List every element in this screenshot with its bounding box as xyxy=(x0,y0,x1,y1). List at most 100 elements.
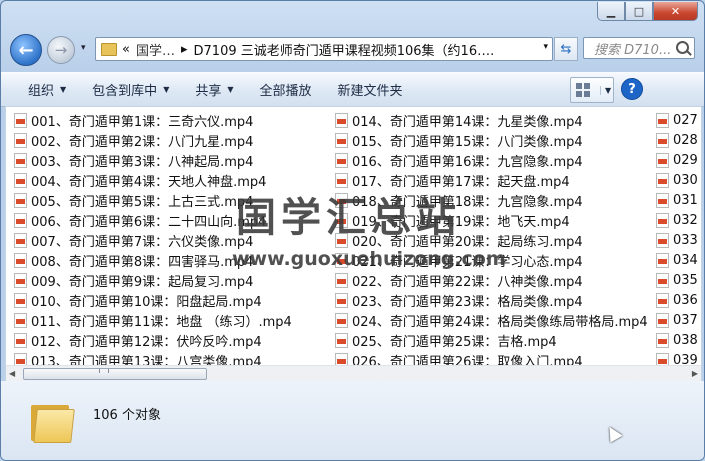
file-name: 016、奇门遁甲第16课：九宫隐象.mp4 xyxy=(352,154,583,170)
file-item[interactable]: 030 xyxy=(656,170,698,190)
include-in-library-menu[interactable]: 包含到库中 ▼ xyxy=(79,77,182,103)
chevron-down-icon[interactable]: ▼ xyxy=(600,85,611,95)
item-count: 106 个对象 xyxy=(93,408,161,423)
file-item[interactable]: 033 xyxy=(656,230,698,250)
address-overflow-chevron[interactable]: « xyxy=(122,42,130,57)
scrollbar-thumb[interactable] xyxy=(23,368,207,380)
file-item[interactable]: 002、奇门遁甲第2课：八门九星.mp4 xyxy=(14,130,253,150)
file-item[interactable]: 036 xyxy=(656,290,698,310)
file-name: 012、奇门遁甲第12课：伏吟反吟.mp4 xyxy=(31,334,262,350)
file-item[interactable]: 017、奇门遁甲第17课：起天盘.mp4 xyxy=(335,170,570,190)
help-button[interactable]: ? xyxy=(621,78,643,100)
file-list-pane: 001、奇门遁甲第1课：三奇六仪.mp4 002、奇门遁甲第2课：八门九星.mp4… xyxy=(5,106,702,381)
view-grid-icon xyxy=(576,83,590,97)
mp4-file-icon xyxy=(335,312,348,328)
search-placeholder: 搜索 D710... xyxy=(594,42,672,58)
file-item[interactable]: 013、奇门遁甲第13课：八宫类像.mp4 xyxy=(14,350,262,365)
file-item[interactable]: 024、奇门遁甲第24课：格局类像练局带格局.mp4 xyxy=(335,310,648,330)
file-item[interactable]: 028 xyxy=(656,130,698,150)
file-item[interactable]: 025、奇门遁甲第25课：吉格.mp4 xyxy=(335,330,557,350)
horizontal-scrollbar[interactable]: ◀ ▶ xyxy=(6,365,701,381)
mp4-file-icon xyxy=(656,272,669,288)
mp4-file-icon xyxy=(14,192,27,208)
file-item[interactable]: 007、奇门遁甲第7课：六仪类像.mp4 xyxy=(14,230,253,250)
file-item[interactable]: 014、奇门遁甲第14课：九星类像.mp4 xyxy=(335,110,583,130)
file-item[interactable]: 009、奇门遁甲第9课：起局复习.mp4 xyxy=(14,270,253,290)
forward-button[interactable]: → xyxy=(47,36,75,64)
file-item[interactable]: 004、奇门遁甲第4课：天地人神盘.mp4 xyxy=(14,170,266,190)
file-item[interactable]: 034 xyxy=(656,250,698,270)
explorer-window: ▁ □ ✕ ← → ▾ « 国学… ▸ D7109 三诚老师奇门遁甲课程视频10… xyxy=(0,0,705,461)
file-name: 023、奇门遁甲第23课：格局类像.mp4 xyxy=(352,294,583,310)
file-name: 020、奇门遁甲第20课：起局练习.mp4 xyxy=(352,234,583,250)
file-name: 001、奇门遁甲第1课：三奇六仪.mp4 xyxy=(31,114,254,130)
change-view-button[interactable]: ▼ xyxy=(570,77,614,103)
play-all-button[interactable]: 全部播放 xyxy=(247,77,325,103)
file-name: 013、奇门遁甲第13课：八宫类像.mp4 xyxy=(31,354,262,366)
scroll-right-icon[interactable]: ▶ xyxy=(692,369,698,378)
window-controls: ▁ □ ✕ xyxy=(597,2,698,21)
recent-pages-dropdown[interactable]: ▾ xyxy=(81,43,86,53)
share-label: 共享 xyxy=(195,84,222,99)
mp4-file-icon xyxy=(335,172,348,188)
file-item[interactable]: 008、奇门遁甲第8课：四害驿马.mp4 xyxy=(14,250,253,270)
scrollbar-grip-icon xyxy=(99,369,109,373)
address-dropdown-icon[interactable]: ▾ xyxy=(543,42,548,52)
file-item[interactable]: 026、奇门遁甲第26课：取像入门.mp4 xyxy=(335,350,583,365)
minimize-button[interactable]: ▁ xyxy=(597,2,625,21)
file-item[interactable]: 035 xyxy=(656,270,698,290)
file-item[interactable]: 010、奇门遁甲第10课：阳盘起局.mp4 xyxy=(14,290,262,310)
new-folder-button[interactable]: 新建文件夹 xyxy=(325,77,416,103)
close-button[interactable]: ✕ xyxy=(653,2,698,21)
file-name: 017、奇门遁甲第17课：起天盘.mp4 xyxy=(352,174,570,190)
mp4-file-icon xyxy=(656,252,669,268)
file-item[interactable]: 005、奇门遁甲第5课：上古三式.mp4 xyxy=(14,190,253,210)
mp4-file-icon xyxy=(14,272,27,288)
file-item[interactable]: 003、奇门遁甲第3课：八神起局.mp4 xyxy=(14,150,253,170)
file-name: 036 xyxy=(673,292,698,308)
file-item[interactable]: 032 xyxy=(656,210,698,230)
new-folder-label: 新建文件夹 xyxy=(337,84,403,99)
file-item[interactable]: 023、奇门遁甲第23课：格局类像.mp4 xyxy=(335,290,583,310)
file-item[interactable]: 016、奇门遁甲第16课：九宫隐象.mp4 xyxy=(335,150,583,170)
mp4-file-icon xyxy=(335,272,348,288)
file-item[interactable]: 001、奇门遁甲第1课：三奇六仪.mp4 xyxy=(14,110,253,130)
file-item[interactable]: 015、奇门遁甲第15课：八门类像.mp4 xyxy=(335,130,583,150)
file-item[interactable]: 021、奇门遁甲第21课：学习心态.mp4 xyxy=(335,250,583,270)
mp4-file-icon xyxy=(335,292,348,308)
file-item[interactable]: 027 xyxy=(656,110,698,130)
file-item[interactable]: 039 xyxy=(656,350,698,365)
back-button[interactable]: ← xyxy=(10,34,42,66)
file-name: 028 xyxy=(673,132,698,148)
folder-icon xyxy=(101,42,117,56)
breadcrumb-separator-icon[interactable]: ▸ xyxy=(181,42,188,57)
mp4-file-icon xyxy=(14,172,27,188)
mp4-file-icon xyxy=(14,292,27,308)
file-name: 025、奇门遁甲第25课：吉格.mp4 xyxy=(352,334,557,350)
share-menu[interactable]: 共享 ▼ xyxy=(182,77,246,103)
file-item[interactable]: 012、奇门遁甲第12课：伏吟反吟.mp4 xyxy=(14,330,262,350)
breadcrumb-item-root[interactable]: 国学… xyxy=(136,40,175,59)
mp4-file-icon xyxy=(14,312,27,328)
file-name: 022、奇门遁甲第22课：八神类像.mp4 xyxy=(352,274,583,290)
refresh-button[interactable]: ⇆ xyxy=(554,37,578,61)
mp4-file-icon xyxy=(656,352,669,365)
scroll-left-icon[interactable]: ◀ xyxy=(9,369,15,378)
maximize-button[interactable]: □ xyxy=(625,2,653,21)
address-bar[interactable]: « 国学… ▸ D7109 三诚老师奇门遁甲课程视频106集（约16…. ▾ xyxy=(95,37,553,61)
file-item[interactable]: 011、奇门遁甲第11课：地盘 （练习）.mp4 xyxy=(14,310,292,330)
file-name: 005、奇门遁甲第5课：上古三式.mp4 xyxy=(31,194,254,210)
file-item[interactable]: 031 xyxy=(656,190,698,210)
file-item[interactable]: 037 xyxy=(656,310,698,330)
file-item[interactable]: 006、奇门遁甲第6课：二十四山向.mp4 xyxy=(14,210,266,230)
file-item[interactable]: 029 xyxy=(656,150,698,170)
file-item[interactable]: 020、奇门遁甲第20课：起局练习.mp4 xyxy=(335,230,583,250)
include-in-library-label: 包含到库中 xyxy=(92,84,158,99)
file-item[interactable]: 022、奇门遁甲第22课：八神类像.mp4 xyxy=(335,270,583,290)
file-item[interactable]: 038 xyxy=(656,330,698,350)
search-input[interactable]: 搜索 D710... xyxy=(583,37,695,59)
file-item[interactable]: 018、奇门遁甲第18课：九宫隐象.mp4 xyxy=(335,190,583,210)
breadcrumb-item-current[interactable]: D7109 三诚老师奇门遁甲课程视频106集（约16…. xyxy=(194,40,495,59)
file-item[interactable]: 019、奇门遁甲第19课：地飞天.mp4 xyxy=(335,210,570,230)
organize-menu[interactable]: 组织 ▼ xyxy=(15,77,79,103)
